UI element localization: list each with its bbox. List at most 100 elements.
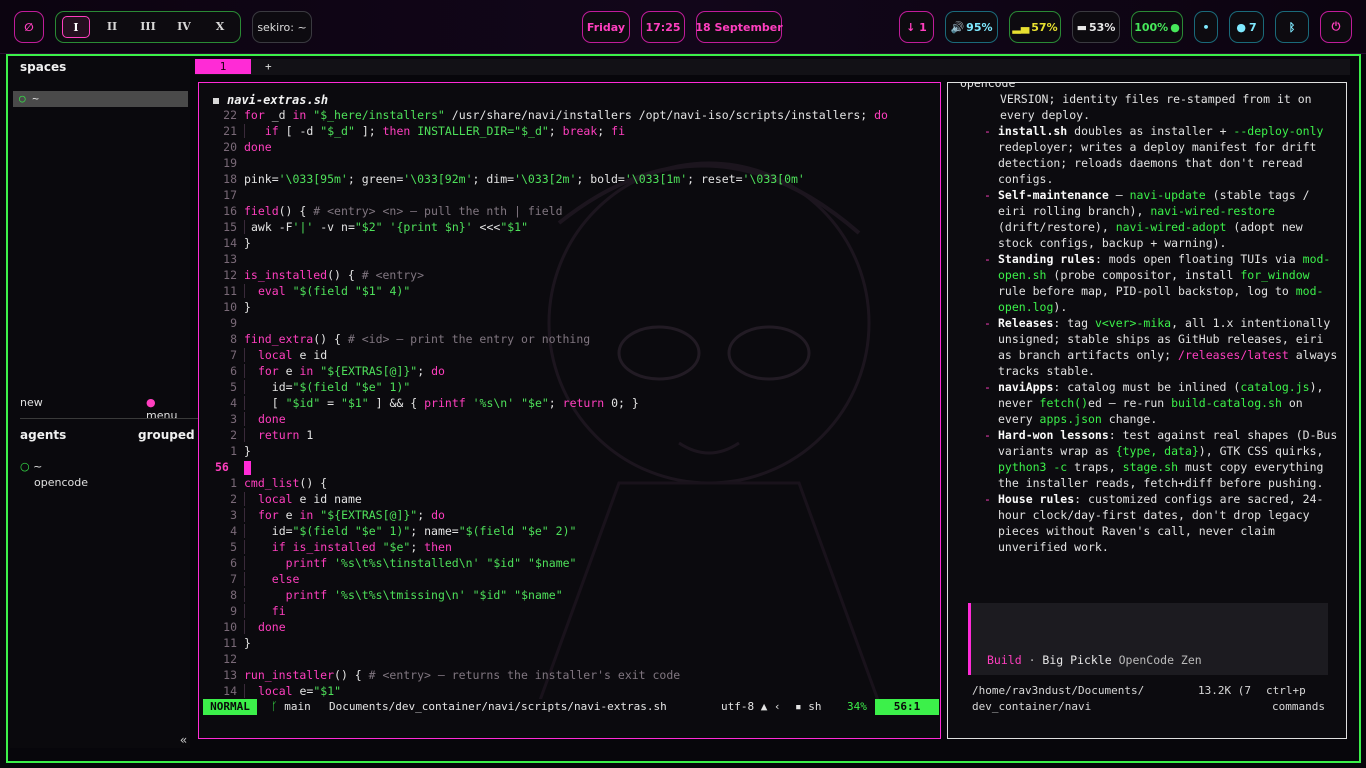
brightness-value: 53%: [1089, 20, 1116, 34]
add-tab-button[interactable]: +: [265, 59, 272, 74]
opencode-pane[interactable]: opencode VERSION; identity files re-stam…: [947, 82, 1347, 739]
code-line: 20 done: [223, 140, 272, 154]
workspace-10[interactable]: X: [206, 16, 234, 38]
current-line-number: 56: [215, 460, 229, 474]
code-line: 7 else: [230, 572, 300, 586]
opencode-title: opencode: [956, 83, 1020, 90]
code-line: 18 pink='\033[95m'; green='\033[92m'; dim…: [223, 172, 805, 186]
keybind-label: commands: [1272, 700, 1325, 713]
code-line: 19: [223, 156, 237, 170]
code-line: 2 return 1: [230, 428, 314, 442]
workspace-2[interactable]: II: [98, 16, 126, 38]
code-line: 1}: [230, 444, 251, 458]
brightness-icon: ▬: [1076, 20, 1088, 34]
cursor-position: 56:1: [875, 699, 939, 715]
power-icon[interactable]: ⏻: [1320, 11, 1352, 43]
code-line: 2 local e id name: [230, 492, 362, 506]
code-line: 13: [223, 252, 237, 266]
brightness-indicator[interactable]: ▬ 53%: [1072, 11, 1120, 43]
space-item[interactable]: ○ ~: [13, 91, 188, 107]
clock[interactable]: 17:25: [641, 11, 685, 43]
code-line: 12 is_installed() { # <entry>: [223, 268, 425, 282]
code-line: 8 find_extra() { # <id> — print the entry…: [230, 332, 591, 346]
host-label: sekiro: ~: [252, 11, 312, 43]
agent-dir[interactable]: ○ ~: [20, 460, 42, 473]
encoding: utf-8 ▲ ‹: [721, 700, 781, 713]
divider: [20, 418, 198, 419]
agent-item[interactable]: opencode: [34, 476, 88, 489]
battery-indicator[interactable]: 100% ●: [1131, 11, 1183, 43]
circle-icon: ○: [19, 92, 26, 105]
code-line: 10 done: [223, 620, 286, 634]
branch-label: main: [284, 700, 311, 713]
updates-indicator[interactable]: ● 7: [1229, 11, 1264, 43]
space-item-label: ~: [32, 92, 39, 105]
download-indicator[interactable]: ↓ 1: [899, 11, 934, 43]
code-line: 15 awk -F'|' -v n="$2" '{print $n}' <<<"$…: [223, 220, 529, 234]
code-line: 14 local e="$1": [223, 684, 342, 698]
editor-pane[interactable]: navi-extras.sh 22 for _d in "$_here/insta…: [198, 82, 941, 739]
tab-strip: 1 +: [195, 59, 1350, 75]
code-line: 13 run_installer() { # <entry> — returns …: [223, 668, 681, 682]
keybind-hint: ctrl+p commands: [1266, 683, 1325, 715]
agents-title: agents: [20, 428, 67, 442]
sidebar: spaces ○ ~ new ● menu agents grouped ○ ~…: [10, 58, 198, 748]
git-branch-icon: ᚴ: [271, 700, 278, 713]
workspace-3[interactable]: III: [134, 16, 162, 38]
code-line: 10}: [223, 300, 251, 314]
code-line: 4 [ "$id" = "$1" ] && { printf '%s\n' "$…: [230, 396, 639, 410]
grouped-toggle[interactable]: grouped: [138, 428, 195, 442]
volume-value: 95%: [966, 20, 993, 34]
code-view[interactable]: 22 for _d in "$_here/installers" /usr/sha…: [199, 107, 939, 699]
code-line: 7 local e id: [230, 348, 328, 362]
filetype: ▪ sh: [795, 699, 822, 715]
linux-icon: ▲: [760, 700, 768, 713]
code-line: 11}: [223, 636, 251, 650]
file-name: navi-extras.sh: [213, 93, 328, 107]
tab-1[interactable]: 1: [195, 59, 251, 74]
provider-name: OpenCode Zen: [1118, 653, 1202, 667]
bluetooth-icon[interactable]: ᛒ: [1275, 11, 1309, 43]
scroll-percent: 34%: [847, 700, 867, 713]
code-line: 21 if [ -d "$_d" ]; then INSTALLER_DIR="…: [223, 124, 625, 138]
dot-icon: ●: [146, 396, 156, 409]
agent-mode[interactable]: Build: [987, 653, 1022, 667]
file-path: Documents/dev_container/navi/scripts/nav…: [329, 700, 667, 713]
opencode-footer: /home/rav3ndust/Documents/ dev_container…: [972, 683, 1332, 715]
collapse-sidebar-icon[interactable]: «: [180, 733, 187, 747]
code-line: 9 fi: [230, 604, 286, 618]
circle-icon: ○: [20, 460, 30, 473]
wifi-icon: ▂▄: [1012, 20, 1030, 34]
volume-indicator[interactable]: 🔊 95%: [945, 11, 998, 43]
spaces-title: spaces: [20, 60, 67, 74]
workspace-4[interactable]: IV: [170, 16, 198, 38]
code-line: 1 cmd_list() {: [230, 476, 328, 490]
code-line: 6 for e in "${EXTRAS[@]}"; do: [230, 364, 445, 378]
code-line: 11 eval "$(field "$1" 4)": [223, 284, 411, 298]
circle-icon: ●: [1236, 20, 1246, 34]
wifi-value: 57%: [1031, 20, 1058, 34]
code-line: 16 field() { # <entry> <n> — pull the nth…: [223, 204, 563, 218]
code-line: 5 id="$(field "$e" 1)": [230, 380, 411, 394]
new-space-button[interactable]: new: [20, 396, 43, 409]
mode-indicator: NORMAL: [203, 699, 257, 715]
battery-dot-icon: ●: [1170, 20, 1180, 34]
prompt-input[interactable]: Build · Big Pickle OpenCode Zen: [968, 603, 1328, 675]
code-line: 3 for e in "${EXTRAS[@]}"; do: [230, 508, 445, 522]
launcher-button[interactable]: ∅: [14, 11, 44, 43]
speaker-icon: 🔊: [950, 20, 965, 34]
keybind-key: ctrl+p: [1266, 684, 1306, 697]
date-label[interactable]: 18 September: [695, 11, 783, 43]
model-name[interactable]: Big Pickle: [1042, 653, 1111, 667]
git-branch: ᚴ main: [271, 699, 311, 715]
filetype-label: sh: [808, 700, 822, 713]
code-line: 17: [223, 188, 237, 202]
code-line: 9: [230, 316, 237, 330]
encoding-label: utf-8: [721, 700, 755, 713]
code-line: 5 if is_installed "$e"; then: [230, 540, 452, 554]
dot-icon[interactable]: •: [1194, 11, 1218, 43]
workspace-1[interactable]: I: [62, 16, 90, 38]
day-label: Friday: [582, 11, 630, 43]
code-line: 14}: [223, 236, 251, 250]
wifi-indicator[interactable]: ▂▄ 57%: [1009, 11, 1061, 43]
